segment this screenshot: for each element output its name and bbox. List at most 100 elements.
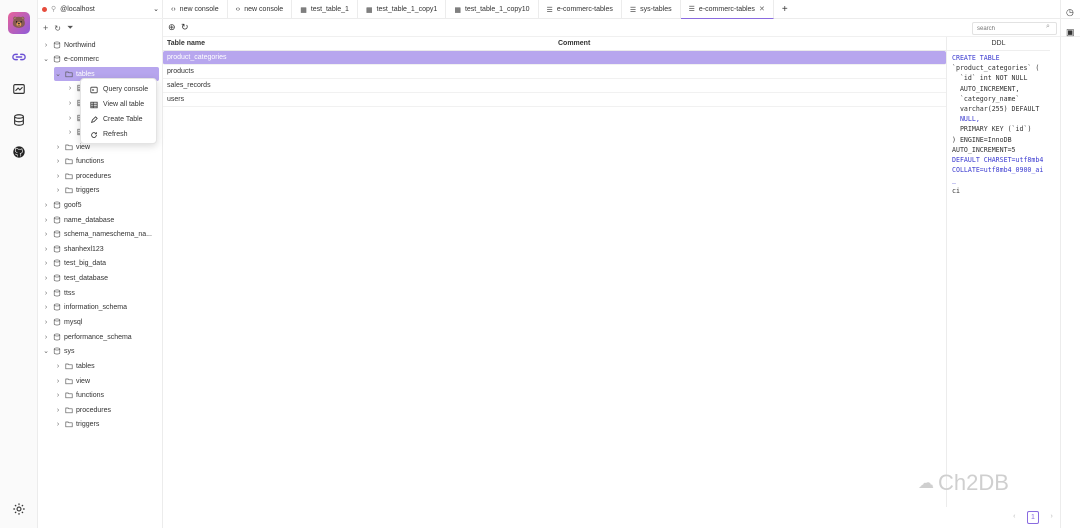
tree-folder-functions[interactable]: › functions <box>54 154 104 168</box>
chevron-icon[interactable]: › <box>66 85 74 92</box>
terminal-icon[interactable]: ▣ <box>1066 27 1075 38</box>
chevron-icon[interactable]: › <box>66 115 74 122</box>
page-number[interactable]: 1 <box>1026 510 1040 524</box>
node-icon <box>65 143 73 151</box>
clock-icon[interactable]: ◷ <box>1066 7 1074 18</box>
tree-db-item[interactable]: › name_database <box>42 213 114 227</box>
table-row[interactable]: sales_records <box>163 79 946 93</box>
chevron-icon[interactable]: › <box>42 202 50 209</box>
tree-db-item[interactable]: › information_schema <box>42 300 127 314</box>
ddl-title: DDL <box>947 37 1050 51</box>
chevron-icon[interactable]: › <box>42 275 50 282</box>
menu-item-refresh[interactable]: Refresh <box>81 127 156 142</box>
ddl-line: `id` int NOT NULL <box>952 74 1028 83</box>
prev-page-button[interactable]: ‹ <box>1008 511 1021 524</box>
chevron-icon[interactable]: › <box>42 231 50 238</box>
app-rail: 🐻 <box>0 0 38 528</box>
github-icon[interactable] <box>10 143 28 161</box>
tree-db-item[interactable]: ⌄ sys <box>42 344 74 358</box>
chevron-icon[interactable]: ⌄ <box>54 70 62 78</box>
chevron-icon[interactable]: › <box>54 392 62 399</box>
tab-console-2[interactable]: ‹› new console <box>228 0 293 19</box>
tree-db-item[interactable]: › test_database <box>42 271 108 285</box>
tree-sys-folder[interactable]: › tables <box>54 359 95 373</box>
tree-sys-folder[interactable]: › triggers <box>54 417 100 431</box>
table-row[interactable]: products <box>163 65 946 79</box>
refresh-icon[interactable]: ↻ <box>181 22 189 33</box>
chevron-icon[interactable]: › <box>42 319 50 326</box>
list-icon: ☰ <box>629 6 637 14</box>
tab-test-table-1[interactable]: ▦ test_table_1 <box>292 0 358 19</box>
tree-node-label: test_big_data <box>64 259 107 267</box>
database-icon[interactable] <box>10 111 28 129</box>
chart-icon[interactable] <box>10 80 28 98</box>
menu-item-view-all-table[interactable]: View all table <box>81 97 156 112</box>
chevron-icon[interactable]: › <box>42 260 50 267</box>
table-row[interactable]: users <box>163 93 946 107</box>
table-icon: ▦ <box>365 6 373 14</box>
chevron-icon[interactable]: › <box>54 158 62 165</box>
refresh-icon[interactable]: ↻ <box>54 24 61 33</box>
tree-db-item[interactable]: › ttss <box>42 286 75 300</box>
tree-db-item[interactable]: › goof5 <box>42 198 82 212</box>
tree-node-label: mysql <box>64 318 83 326</box>
add-circle-icon[interactable]: ⊕ <box>168 22 176 33</box>
search-input[interactable] <box>972 22 1057 35</box>
tree-folder-procedures[interactable]: › procedures <box>54 169 111 183</box>
chevron-icon[interactable]: › <box>66 129 74 136</box>
tab-label: sys-tables <box>640 6 672 13</box>
ddl-line: varchar(255) DEFAULT <box>952 105 1040 114</box>
connection-icon[interactable] <box>10 48 28 66</box>
chevron-icon[interactable]: › <box>54 173 62 180</box>
tree-db-item[interactable]: › performance_schema <box>42 330 132 344</box>
settings-icon[interactable] <box>10 500 28 518</box>
tree-db-item[interactable]: › mysql <box>42 315 82 329</box>
tree-folder-triggers[interactable]: › triggers <box>54 183 100 197</box>
menu-item-query-console[interactable]: Query console <box>81 82 156 97</box>
tree-node-label: shanhexl123 <box>64 245 104 253</box>
chevron-icon[interactable]: ⌄ <box>42 55 50 63</box>
chevron-icon[interactable]: › <box>54 187 62 194</box>
tab-e-commerc-tables[interactable]: ☰ e-commerc-tables <box>539 0 622 19</box>
tree-sys-folder[interactable]: › functions <box>54 388 104 402</box>
tab-console-1[interactable]: ‹› new console <box>163 0 228 19</box>
menu-item-create-table[interactable]: Create Table <box>81 112 156 127</box>
close-icon[interactable]: ✕ <box>759 5 765 13</box>
tab-test-table-1-copy1[interactable]: ▦ test_table_1_copy1 <box>358 0 447 19</box>
chevron-icon[interactable]: › <box>42 42 50 49</box>
tree-db-e-commerc[interactable]: ⌄ e-commerc <box>42 52 99 66</box>
add-icon[interactable]: + <box>43 23 48 33</box>
tree-db-item[interactable]: › schema_nameschema_na... <box>42 227 152 241</box>
chevron-icon[interactable]: › <box>42 246 50 253</box>
context-menu: Query console View all table Create Tabl… <box>80 78 157 144</box>
table-row[interactable]: product_categories <box>163 51 946 65</box>
tree-node-label: Northwind <box>64 41 96 49</box>
chevron-down-icon[interactable]: ⌄ <box>153 5 159 13</box>
tab-sys-tables[interactable]: ☰ sys-tables <box>622 0 681 19</box>
tree-db-northwind[interactable]: › Northwind <box>42 38 96 52</box>
tab-test-table-1-copy10[interactable]: ▦ test_table_1_copy10 <box>446 0 539 19</box>
chevron-icon[interactable]: › <box>42 334 50 341</box>
next-page-button[interactable]: › <box>1045 511 1058 524</box>
chevron-icon[interactable]: › <box>42 304 50 311</box>
chevron-icon[interactable]: › <box>42 217 50 224</box>
tree-sys-folder[interactable]: › view <box>54 374 90 388</box>
menu-item-label: Create Table <box>103 116 143 123</box>
connection-selector[interactable]: ⚲ @localhost ⌄ <box>38 0 163 19</box>
chevron-icon[interactable]: ⌄ <box>42 347 50 355</box>
chevron-icon[interactable]: › <box>54 363 62 370</box>
chevron-icon[interactable]: › <box>54 378 62 385</box>
tree-db-item[interactable]: › shanhexl123 <box>42 242 104 256</box>
tree-db-item[interactable]: › test_big_data <box>42 256 106 270</box>
chevron-icon[interactable]: › <box>54 421 62 428</box>
filter-icon[interactable]: ⏷ <box>67 23 73 33</box>
tree-node-label: schema_nameschema_na... <box>64 230 152 238</box>
node-icon <box>53 41 61 49</box>
chevron-icon[interactable]: › <box>54 144 62 151</box>
chevron-icon[interactable]: › <box>54 407 62 414</box>
add-tab-button[interactable]: + <box>774 0 796 19</box>
chevron-icon[interactable]: › <box>66 100 74 107</box>
chevron-icon[interactable]: › <box>42 290 50 297</box>
tree-sys-folder[interactable]: › procedures <box>54 403 111 417</box>
tab-e-commerc-tables-active[interactable]: ☰ e-commerc-tables ✕ <box>680 0 774 19</box>
